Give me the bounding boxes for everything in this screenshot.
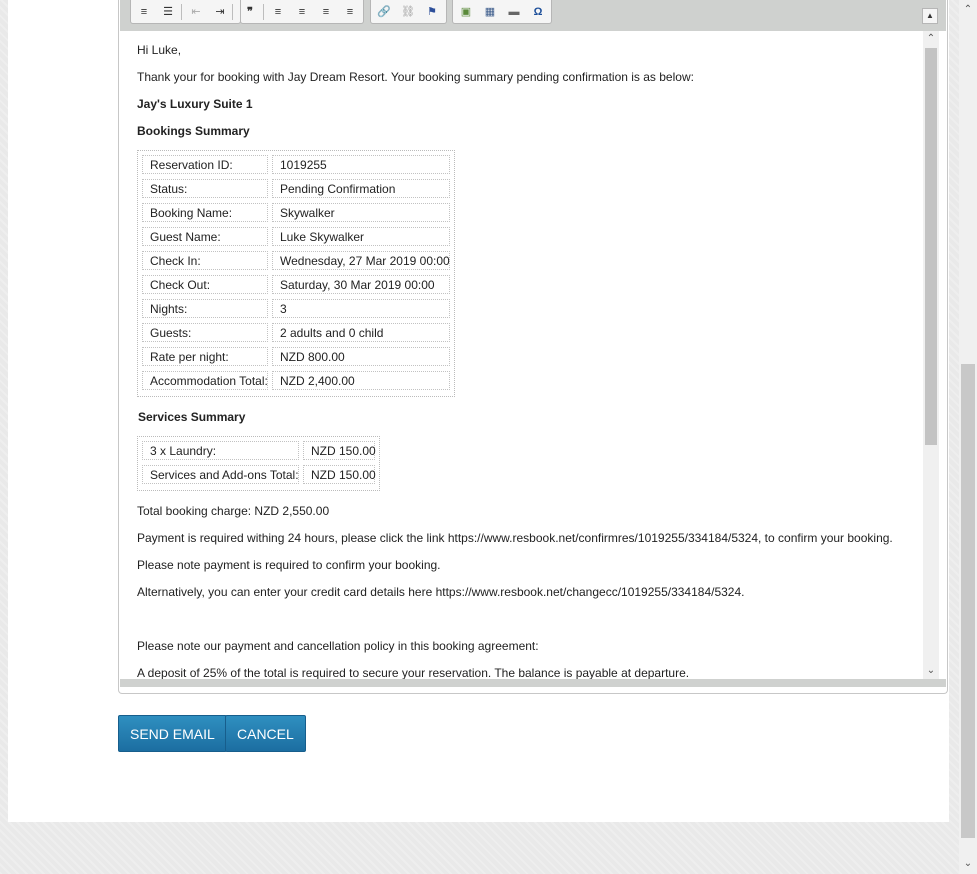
increase-indent-icon[interactable]: ⇥ — [211, 3, 229, 21]
booking-value: NZD 2,400.00 — [272, 371, 450, 390]
booking-label: Accommodation Total: — [142, 371, 268, 390]
bookings-heading: Bookings Summary — [137, 124, 250, 138]
booking-value: Wednesday, 27 Mar 2019 00:00 — [272, 251, 450, 270]
service-label: 3 x Laundry: — [142, 441, 299, 460]
scroll-up-icon[interactable]: ⌃ — [923, 31, 939, 47]
booking-label: Guests: — [142, 323, 268, 342]
page-scroll-up-icon[interactable]: ⌃ — [960, 2, 976, 18]
decrease-indent-icon[interactable]: ⇤ — [187, 3, 205, 21]
booking-value: NZD 800.00 — [272, 347, 450, 366]
toolbar-separator — [263, 4, 264, 20]
align-right-icon[interactable]: ≡ — [317, 3, 335, 21]
intro-text: Thank your for booking with Jay Dream Re… — [137, 70, 694, 84]
payment-required-text: Payment is required withing 24 hours, pl… — [137, 531, 893, 545]
policy-intro-text: Please note our payment and cancellation… — [137, 639, 539, 653]
anchor-flag-icon[interactable]: ⚑ — [423, 3, 441, 21]
page-scrollbar[interactable]: ⌃ ⌄ — [959, 0, 977, 874]
booking-value: Pending Confirmation — [272, 179, 450, 198]
booking-value: Skywalker — [272, 203, 450, 222]
credit-card-alternative-text: Alternatively, you can enter your credit… — [137, 585, 745, 599]
bookings-table: Reservation ID: 1019255 Status: Pending … — [137, 150, 455, 397]
booking-label: Booking Name: — [142, 203, 268, 222]
scroll-down-icon[interactable]: ⌄ — [923, 663, 939, 679]
booking-label: Reservation ID: — [142, 155, 268, 174]
align-center-icon[interactable]: ≡ — [293, 3, 311, 21]
page-scroll-thumb[interactable] — [961, 364, 975, 838]
toolbar-group-insert: ▣ ▦ ▬ Ω — [452, 0, 552, 24]
total-booking-charge: Total booking charge: NZD 2,550.00 — [137, 504, 330, 518]
payment-note-text: Please note payment is required to confi… — [137, 558, 441, 572]
editor-scrollbar[interactable]: ⌃ ⌄ — [923, 31, 939, 679]
toolbar-separator — [232, 4, 233, 20]
toolbar-group-links: 🔗 ⛓ ⚑ — [370, 0, 447, 24]
room-title: Jay's Luxury Suite 1 — [137, 97, 253, 111]
unlink-icon[interactable]: ⛓ — [399, 3, 417, 21]
deposit-policy-text: A deposit of 25% of the total is require… — [137, 666, 690, 679]
editor-bottom-bar — [120, 679, 946, 687]
image-icon[interactable]: ▣ — [457, 3, 475, 21]
booking-label: Check In: — [142, 251, 268, 270]
booking-label: Check Out: — [142, 275, 268, 294]
booking-label: Nights: — [142, 299, 268, 318]
justify-icon[interactable]: ≡ — [341, 3, 359, 21]
booking-label: Status: — [142, 179, 268, 198]
booking-value: 3 — [272, 299, 450, 318]
booking-value: 1019255 — [272, 155, 450, 174]
editor-content-area[interactable]: Hi Luke, Thank your for booking with Jay… — [130, 31, 924, 679]
booking-label: Guest Name: — [142, 227, 268, 246]
services-table: 3 x Laundry: NZD 150.00 Services and Add… — [137, 436, 380, 491]
page-scroll-down-icon[interactable]: ⌄ — [960, 856, 976, 872]
blockquote-icon[interactable]: ❞ — [241, 3, 259, 21]
cancel-button[interactable]: CANCEL — [225, 715, 306, 752]
editor-toolbar: ≡ ☰ ⇤ ⇥ ❞ ≡ ≡ ≡ ≡ 🔗 ⛓ ⚑ ▣ ▦ ▬ Ω ▲ — [120, 0, 946, 31]
align-left-icon[interactable]: ≡ — [269, 3, 287, 21]
booking-label: Rate per night: — [142, 347, 268, 366]
bulleted-list-icon[interactable]: ☰ — [159, 3, 177, 21]
service-value: NZD 150.00 — [303, 441, 376, 460]
service-value: NZD 150.00 — [303, 465, 376, 484]
booking-value: Saturday, 30 Mar 2019 00:00 — [272, 275, 450, 294]
numbered-list-icon[interactable]: ≡ — [135, 3, 153, 21]
link-icon[interactable]: 🔗 — [375, 3, 393, 21]
toolbar-collapse-icon[interactable]: ▲ — [922, 8, 938, 24]
toolbar-separator — [181, 4, 182, 20]
services-heading: Services Summary — [138, 410, 246, 424]
service-label: Services and Add-ons Total: — [142, 465, 299, 484]
editor-scroll-thumb[interactable] — [925, 48, 937, 445]
greeting: Hi Luke, — [137, 43, 182, 57]
toolbar-group-align: ❞ ≡ ≡ ≡ ≡ — [240, 0, 364, 24]
toolbar-group-lists: ≡ ☰ ⇤ ⇥ — [130, 0, 241, 24]
send-email-button[interactable]: SEND EMAIL — [118, 715, 227, 752]
booking-value: 2 adults and 0 child — [272, 323, 450, 342]
booking-value: Luke Skywalker — [272, 227, 450, 246]
table-icon[interactable]: ▦ — [481, 3, 499, 21]
horizontal-rule-icon[interactable]: ▬ — [505, 3, 523, 21]
special-char-icon[interactable]: Ω — [529, 3, 547, 21]
